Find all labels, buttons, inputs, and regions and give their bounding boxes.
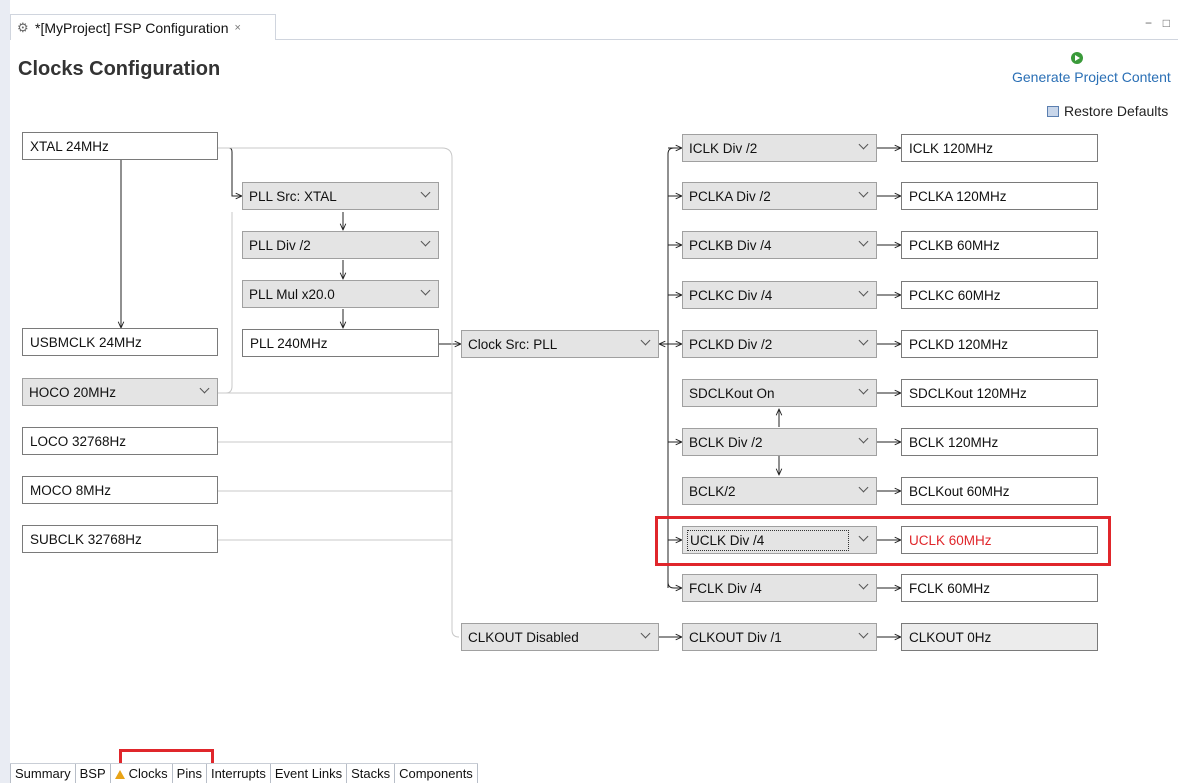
pclkc-div-label: PCLKC Div /4: [689, 287, 773, 303]
bclkout-out-label: BCLKout 60MHz: [909, 483, 1010, 499]
pclka-div-label: PCLKA Div /2: [689, 188, 771, 204]
subclk-box: SUBCLK 32768Hz: [22, 525, 218, 553]
sdclkout-label: SDCLKout On: [689, 385, 775, 401]
hoco-label: HOCO 20MHz: [29, 384, 117, 400]
chevron-down-icon: [859, 141, 868, 150]
pclkb-div-select[interactable]: PCLKB Div /4: [682, 231, 877, 259]
tab-stacks[interactable]: Stacks: [347, 764, 396, 783]
pclka-out-label: PCLKA 120MHz: [909, 188, 1007, 204]
bclkout-out-box: BCLKout 60MHz: [901, 477, 1098, 505]
tab-event-links[interactable]: Event Links: [270, 764, 348, 783]
bclk-out-box: BCLK 120MHz: [901, 428, 1098, 456]
pll-out-box: PLL 240MHz: [242, 329, 439, 357]
clock-src-label: Clock Src: PLL: [468, 336, 558, 352]
pclka-div-select[interactable]: PCLKA Div /2: [682, 182, 877, 210]
xtal-box[interactable]: XTAL 24MHz: [22, 132, 218, 160]
bclk-div-label: BCLK Div /2: [689, 434, 763, 450]
clkout-out-label: CLKOUT 0Hz: [909, 629, 992, 645]
chevron-down-icon: [641, 630, 650, 639]
chevron-down-icon: [421, 238, 430, 247]
pll-src-select[interactable]: PLL Src: XTAL: [242, 182, 439, 210]
chevron-down-icon: [421, 189, 430, 198]
fclk-div-select[interactable]: FCLK Div /4: [682, 574, 877, 602]
bclk-div-select[interactable]: BCLK Div /2: [682, 428, 877, 456]
pclkb-out-label: PCLKB 60MHz: [909, 237, 1000, 253]
tab-components[interactable]: Components: [395, 764, 478, 783]
warning-icon: [114, 770, 125, 779]
clkout-div-select[interactable]: CLKOUT Div /1: [682, 623, 877, 651]
tab-bsp[interactable]: BSP: [75, 764, 111, 783]
pll-src-label: PLL Src: XTAL: [249, 188, 337, 204]
iclk-div-select[interactable]: ICLK Div /2: [682, 134, 877, 162]
usbmclk-box: USBMCLK 24MHz: [22, 328, 218, 356]
sdclkout-out-label: SDCLKout 120MHz: [909, 385, 1027, 401]
chevron-down-icon: [859, 386, 868, 395]
usbmclk-label: USBMCLK 24MHz: [30, 334, 142, 350]
iclk-out-box: ICLK 120MHz: [901, 134, 1098, 162]
tab-summary[interactable]: Summary: [10, 764, 76, 783]
sdclkout-select[interactable]: SDCLKout On: [682, 379, 877, 407]
chevron-down-icon: [859, 288, 868, 297]
moco-box: MOCO 8MHz: [22, 476, 218, 504]
clkout-div-label: CLKOUT Div /1: [689, 629, 782, 645]
pll-mul-label: PLL Mul x20.0: [249, 286, 335, 302]
tab-interrupts[interactable]: Interrupts: [206, 764, 271, 783]
pclkd-out-label: PCLKD 120MHz: [909, 336, 1009, 352]
tab-clocks-label: Clocks: [128, 766, 168, 781]
pclkc-out-label: PCLKC 60MHz: [909, 287, 1001, 303]
pll-div-select[interactable]: PLL Div /2: [242, 231, 439, 259]
loco-label: LOCO 32768Hz: [30, 433, 127, 449]
xtal-label: XTAL 24MHz: [30, 138, 109, 154]
chevron-down-icon: [200, 385, 209, 394]
hoco-select[interactable]: HOCO 20MHz: [22, 378, 218, 406]
pclkc-out-box: PCLKC 60MHz: [901, 281, 1098, 309]
loco-box: LOCO 32768Hz: [22, 427, 218, 455]
subclk-label: SUBCLK 32768Hz: [30, 531, 142, 547]
clock-src-select[interactable]: Clock Src: PLL: [461, 330, 659, 358]
tab-pins[interactable]: Pins: [172, 764, 207, 783]
bclkout-div-select[interactable]: BCLK/2: [682, 477, 877, 505]
iclk-div-label: ICLK Div /2: [689, 140, 758, 156]
chevron-down-icon: [859, 435, 868, 444]
chevron-down-icon: [859, 189, 868, 198]
uclk-highlight: [655, 516, 1111, 566]
pclkc-div-select[interactable]: PCLKC Div /4: [682, 281, 877, 309]
pclkb-out-box: PCLKB 60MHz: [901, 231, 1098, 259]
chevron-down-icon: [859, 581, 868, 590]
pll-div-label: PLL Div /2: [249, 237, 311, 253]
fclk-div-label: FCLK Div /4: [689, 580, 762, 596]
pclkb-div-label: PCLKB Div /4: [689, 237, 772, 253]
chevron-down-icon: [641, 337, 650, 346]
bclk-out-label: BCLK 120MHz: [909, 434, 999, 450]
bottom-tab-bar: Summary BSP Clocks Pins Interrupts Event…: [10, 763, 478, 783]
pclkd-out-box: PCLKD 120MHz: [901, 330, 1098, 358]
chevron-down-icon: [859, 630, 868, 639]
clkout-out-box: CLKOUT 0Hz: [901, 623, 1098, 651]
clkout-src-label: CLKOUT Disabled: [468, 629, 579, 645]
pclkd-div-label: PCLKD Div /2: [689, 336, 773, 352]
moco-label: MOCO 8MHz: [30, 482, 111, 498]
chevron-down-icon: [421, 287, 430, 296]
iclk-out-label: ICLK 120MHz: [909, 140, 994, 156]
chevron-down-icon: [859, 337, 868, 346]
sdclkout-out-box: SDCLKout 120MHz: [901, 379, 1098, 407]
fclk-out-box: FCLK 60MHz: [901, 574, 1098, 602]
pll-mul-select[interactable]: PLL Mul x20.0: [242, 280, 439, 308]
chevron-down-icon: [859, 484, 868, 493]
pclkd-div-select[interactable]: PCLKD Div /2: [682, 330, 877, 358]
tab-clocks[interactable]: Clocks: [110, 764, 173, 783]
bclkout-div-label: BCLK/2: [689, 483, 736, 499]
fclk-out-label: FCLK 60MHz: [909, 580, 991, 596]
pclka-out-box: PCLKA 120MHz: [901, 182, 1098, 210]
clkout-src-select[interactable]: CLKOUT Disabled: [461, 623, 659, 651]
pll-out-label: PLL 240MHz: [250, 335, 328, 351]
chevron-down-icon: [859, 238, 868, 247]
